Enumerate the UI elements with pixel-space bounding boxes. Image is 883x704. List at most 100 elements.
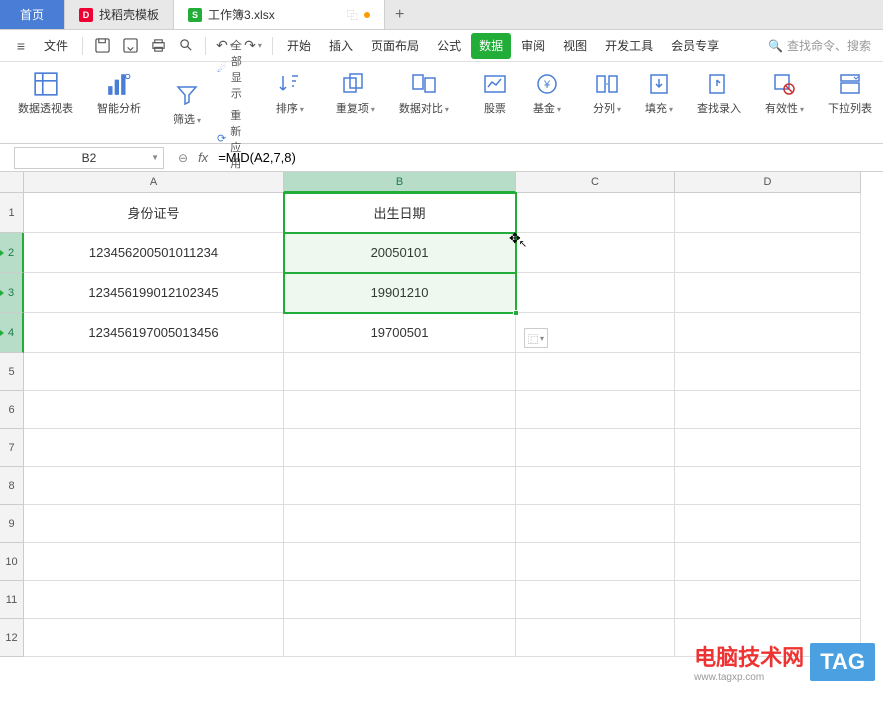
cell-A5[interactable]	[24, 353, 284, 391]
cell-C9[interactable]	[516, 505, 675, 543]
tab-screen-icon[interactable]: ⿻	[347, 7, 358, 23]
cell-B8[interactable]	[284, 467, 516, 505]
menu-formula[interactable]: 公式	[429, 33, 469, 59]
cell-D8[interactable]	[675, 467, 861, 505]
command-search[interactable]: 🔍 查找命令、搜索	[764, 37, 875, 54]
smart-analysis-button[interactable]: 智能分析	[93, 68, 145, 118]
row-header-7[interactable]: 7	[0, 429, 24, 467]
cell-B3[interactable]: 19901210	[284, 273, 516, 313]
col-header-D[interactable]: D	[675, 172, 861, 193]
cell-A6[interactable]	[24, 391, 284, 429]
cell-B12[interactable]	[284, 619, 516, 657]
row-header-12[interactable]: 12	[0, 619, 24, 657]
cell-D3[interactable]	[675, 273, 861, 313]
fill-handle[interactable]	[513, 310, 519, 316]
save-icon[interactable]	[89, 33, 115, 59]
cell-B7[interactable]	[284, 429, 516, 467]
cell-C1[interactable]	[516, 193, 675, 233]
validity-button[interactable]: 有效性▾	[761, 68, 808, 118]
cell-B10[interactable]	[284, 543, 516, 581]
menu-view[interactable]: 视图	[555, 33, 595, 59]
fund-button[interactable]: ¥基金▾	[529, 68, 565, 118]
cell-A8[interactable]	[24, 467, 284, 505]
find-input-button[interactable]: 查找录入	[693, 68, 745, 118]
fx-icon[interactable]: fx	[198, 150, 208, 165]
compare-button[interactable]: 数据对比▾	[395, 68, 453, 118]
menu-member[interactable]: 会员专享	[663, 33, 727, 59]
row-header-5[interactable]: 5	[0, 353, 24, 391]
tab-workbook[interactable]: S 工作簿3.xlsx ⿻	[174, 0, 385, 29]
col-header-C[interactable]: C	[516, 172, 675, 193]
cell-A12[interactable]	[24, 619, 284, 657]
split-button[interactable]: 分列▾	[589, 68, 625, 118]
select-all-corner[interactable]	[0, 172, 24, 193]
filter-button[interactable]: 筛选▾	[169, 79, 205, 129]
row-header-11[interactable]: 11	[0, 581, 24, 619]
cell-D7[interactable]	[675, 429, 861, 467]
cell-A2[interactable]: 123456200501011234	[24, 233, 284, 273]
cell-D1[interactable]	[675, 193, 861, 233]
menu-dev[interactable]: 开发工具	[597, 33, 661, 59]
cell-D11[interactable]	[675, 581, 861, 619]
formula-input[interactable]	[218, 148, 875, 167]
cancel-icon[interactable]: ⊖	[178, 151, 188, 165]
sort-button[interactable]: 排序▾	[272, 68, 308, 118]
show-all-button[interactable]: ☄全部显示	[211, 35, 248, 103]
col-header-B[interactable]: B	[284, 172, 516, 193]
save-as-icon[interactable]	[117, 33, 143, 59]
menu-insert[interactable]: 插入	[321, 33, 361, 59]
cell-D6[interactable]	[675, 391, 861, 429]
cell-A9[interactable]	[24, 505, 284, 543]
row-header-2[interactable]: 2	[0, 233, 24, 273]
menu-review[interactable]: 审阅	[513, 33, 553, 59]
cell-D4[interactable]	[675, 313, 861, 353]
cell-B6[interactable]	[284, 391, 516, 429]
app-menu-icon[interactable]: ≡	[8, 33, 34, 59]
row-header-8[interactable]: 8	[0, 467, 24, 505]
cell-D5[interactable]	[675, 353, 861, 391]
cell-B2[interactable]: 20050101	[284, 233, 516, 273]
cell-C5[interactable]	[516, 353, 675, 391]
cell-D10[interactable]	[675, 543, 861, 581]
cell-C7[interactable]	[516, 429, 675, 467]
name-box-dropdown-icon[interactable]: ▼	[151, 153, 159, 162]
cell-C10[interactable]	[516, 543, 675, 581]
cell-C2[interactable]	[516, 233, 675, 273]
add-tab-button[interactable]: +	[385, 0, 415, 29]
cells-area[interactable]: 身份证号出生日期12345620050101123420050101123456…	[24, 193, 861, 657]
name-box[interactable]: B2 ▼	[14, 147, 164, 169]
cell-B5[interactable]	[284, 353, 516, 391]
print-icon[interactable]	[145, 33, 171, 59]
cell-C6[interactable]	[516, 391, 675, 429]
cell-B11[interactable]	[284, 581, 516, 619]
cell-B4[interactable]: 19700501	[284, 313, 516, 353]
cell-B1[interactable]: 出生日期	[284, 193, 516, 233]
autofill-options[interactable]: ⿸▾	[524, 328, 548, 348]
menu-start[interactable]: 开始	[279, 33, 319, 59]
fill-button[interactable]: 填充▾	[641, 68, 677, 118]
cell-A10[interactable]	[24, 543, 284, 581]
row-header-3[interactable]: 3	[0, 273, 24, 313]
reapply-button[interactable]: ⟳重新应用	[211, 105, 248, 173]
cell-C8[interactable]	[516, 467, 675, 505]
cell-C3[interactable]	[516, 273, 675, 313]
file-menu[interactable]: 文件	[36, 33, 76, 59]
cell-A4[interactable]: 123456197005013456	[24, 313, 284, 353]
cell-A7[interactable]	[24, 429, 284, 467]
preview-icon[interactable]	[173, 33, 199, 59]
row-header-4[interactable]: 4	[0, 313, 24, 353]
cell-A3[interactable]: 123456199012102345	[24, 273, 284, 313]
dropdown-list-button[interactable]: 下拉列表	[824, 68, 876, 118]
row-header-9[interactable]: 9	[0, 505, 24, 543]
spreadsheet-grid[interactable]: ABCD 123456789101112 身份证号出生日期12345620050…	[0, 172, 883, 704]
cell-D9[interactable]	[675, 505, 861, 543]
cell-C11[interactable]	[516, 581, 675, 619]
duplicates-button[interactable]: 重复项▾	[332, 68, 379, 118]
row-header-1[interactable]: 1	[0, 193, 24, 233]
cell-A11[interactable]	[24, 581, 284, 619]
tab-home[interactable]: 首页	[0, 0, 65, 29]
pivot-button[interactable]: 数据透视表	[14, 68, 77, 118]
menu-data[interactable]: 数据	[471, 33, 511, 59]
col-header-A[interactable]: A	[24, 172, 284, 193]
row-header-6[interactable]: 6	[0, 391, 24, 429]
